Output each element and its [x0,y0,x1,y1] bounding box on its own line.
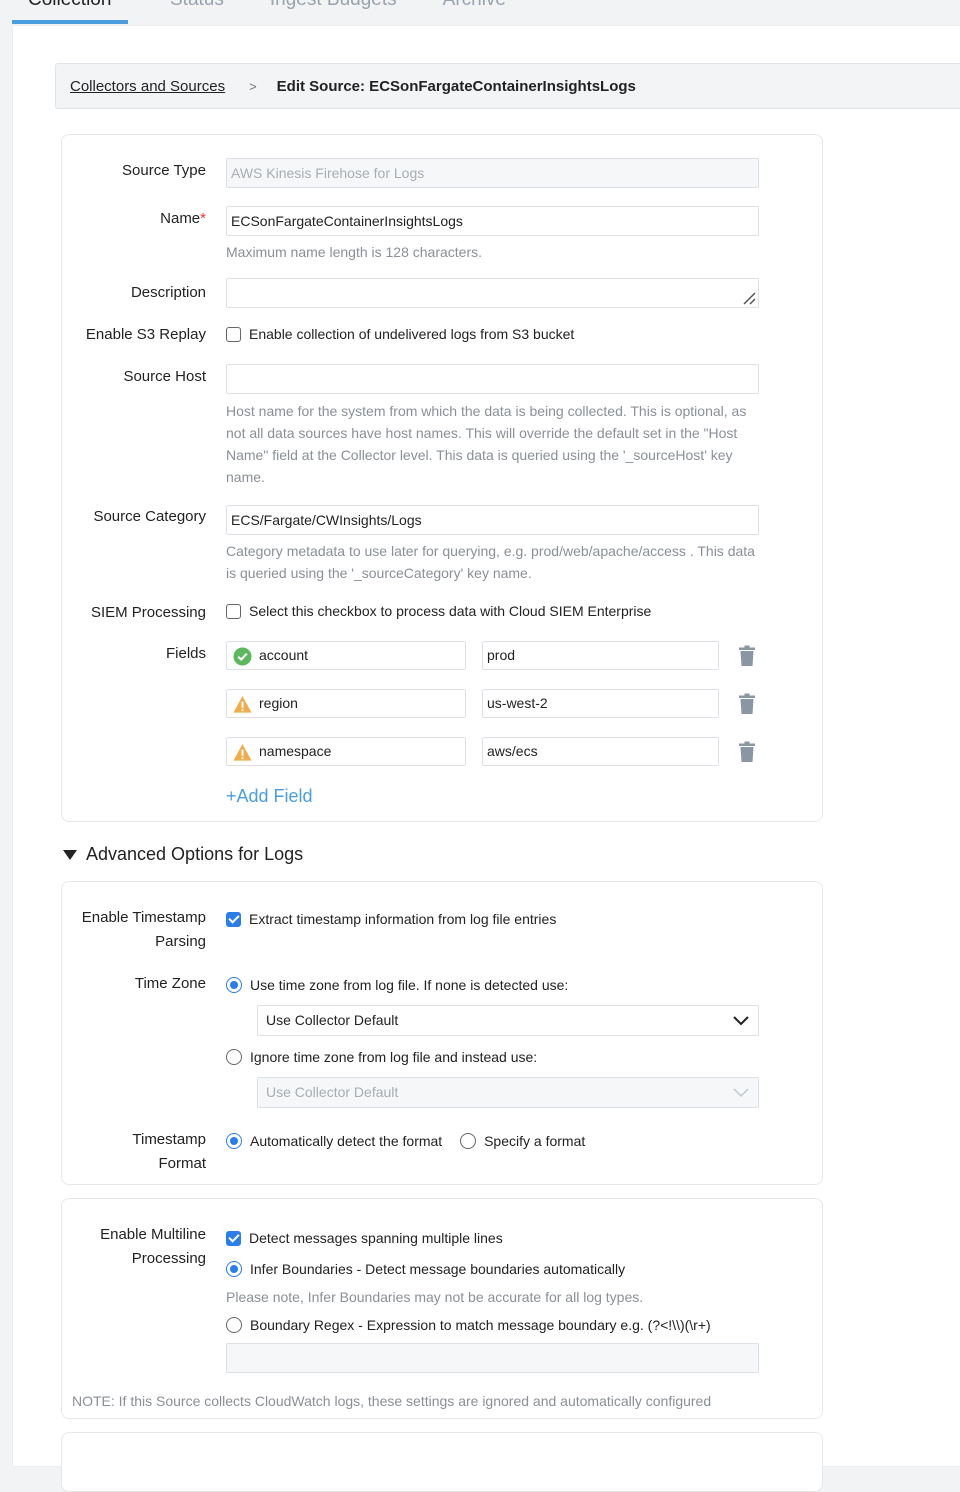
cloudwatch-note: NOTE: If this Source collects CloudWatch… [72,1393,712,1409]
timestamp-parsing-option: Extract timestamp information from log f… [249,911,557,928]
advanced-options-title: Advanced Options for Logs [86,844,304,864]
time-zone-ignore-option: Ignore time zone from log file and inste… [250,1049,538,1066]
name-input[interactable]: ECSonFargateContainerInsightsLogs [226,206,759,236]
source-type-label: Source Type [122,162,206,179]
timestamp-parsing-label-line2: Parsing [155,933,206,950]
breadcrumb: Collectors and Sources > Edit Source: EC… [55,63,960,109]
time-zone-select[interactable]: Use Collector Default [257,1005,759,1036]
time-zone-label: Time Zone [134,975,206,992]
next-card [61,1432,823,1492]
time-zone-ignore-radio[interactable] [226,1049,242,1066]
field-item: namespace aws/ecs [226,737,755,766]
time-zone-from-log-radio[interactable] [226,977,242,994]
field-key-input[interactable]: region [226,689,466,718]
infer-boundaries-radio[interactable] [226,1261,242,1278]
field-key-input[interactable]: account [226,641,466,670]
field-item: region us-west-2 [226,689,755,718]
timestamp-format-label: Timestamp Format [132,1128,206,1176]
source-form-card: Source Type AWS Kinesis Firehose for Log… [61,134,823,822]
s3-replay-checkbox[interactable] [226,326,241,342]
infer-boundaries-option: Infer Boundaries - Detect message bounda… [250,1261,626,1278]
time-zone-from-log-option: Use time zone from log file. If none is … [250,977,569,994]
siem-label: SIEM Processing [90,604,206,621]
timestamp-specify-option: Specify a format [484,1133,586,1150]
s3-replay-label: Enable S3 Replay [85,326,206,343]
time-zone-select-value: Use Collector Default [266,1012,399,1028]
multiline-label-line1: Enable Multiline [100,1226,206,1243]
timestamp-auto-option: Automatically detect the format [250,1133,443,1150]
name-label: Name* [160,207,206,231]
source-host-help: Host name for the system from which the … [226,403,747,485]
trash-icon[interactable] [738,693,756,715]
siem-option: Select this checkbox to process data wit… [249,603,652,620]
source-type-field: AWS Kinesis Firehose for Logs [226,158,759,188]
required-asterisk: * [200,210,206,227]
siem-checkbox[interactable] [226,603,241,619]
multiline-card: Enable Multiline Processing Detect messa… [61,1198,823,1419]
chevron-down-icon [733,1088,749,1098]
tab-bar: Collection Status Ingest Budgets Archive [12,0,534,26]
timestamp-format-label-line1: Timestamp [132,1131,206,1148]
field-item: account prod [226,641,755,670]
source-category-input[interactable]: ECS/Fargate/CWInsights/Logs [226,505,759,535]
timestamp-card: Enable Timestamp Parsing Extract timesta… [61,881,823,1185]
multiline-option: Detect messages spanning multiple lines [249,1230,503,1247]
timestamp-auto-radio[interactable] [226,1133,242,1150]
time-zone-override-select-value: Use Collector Default [266,1084,399,1100]
warning-triangle-icon [233,743,252,761]
infer-boundaries-note: Please note, Infer Boundaries may not be… [226,1289,644,1305]
tab-archive[interactable]: Archive [425,0,524,24]
description-label: Description [130,284,206,301]
field-key-input[interactable]: namespace [226,737,466,766]
chevron-down-icon [733,1016,749,1026]
timestamp-parsing-label: Enable Timestamp Parsing [82,906,206,954]
source-host-input[interactable] [226,364,759,394]
timestamp-format-label-line2: Format [158,1155,206,1172]
boundary-regex-radio[interactable] [226,1317,242,1334]
timestamp-parsing-label-line1: Enable Timestamp [81,909,206,926]
source-category-help: Category metadata to use later for query… [226,543,755,581]
trash-icon[interactable] [738,645,756,667]
fields-label: Fields [165,645,206,662]
warning-triangle-icon [233,695,252,713]
multiline-label-line2: Processing [131,1250,206,1267]
trash-icon[interactable] [738,741,756,763]
timestamp-parsing-checkbox[interactable] [226,911,241,927]
name-label-text: Name [160,210,201,227]
multiline-checkbox[interactable] [226,1230,241,1246]
breadcrumb-collectors-link[interactable]: Collectors and Sources [70,78,225,95]
source-host-label: Source Host [123,368,206,385]
name-help: Maximum name length is 128 characters. [226,244,482,260]
field-key-text: account [259,647,309,663]
field-key-text: region [259,695,298,711]
caret-down-icon [63,849,77,860]
multiline-label: Enable Multiline Processing [100,1223,206,1271]
timestamp-specify-radio[interactable] [460,1133,477,1150]
check-circle-icon [233,647,252,666]
source-category-label: Source Category [93,508,206,525]
boundary-regex-input [226,1343,759,1373]
breadcrumb-separator: > [249,78,257,94]
s3-replay-option: Enable collection of undelivered logs fr… [249,326,575,343]
main-panel: Collectors and Sources > Edit Source: EC… [13,26,960,1492]
tab-collection[interactable]: Collection [12,0,128,24]
add-field-button[interactable]: +Add Field [226,786,313,807]
advanced-options-toggle[interactable]: Advanced Options for Logs [63,844,303,865]
time-zone-override-select: Use Collector Default [257,1077,759,1108]
boundary-regex-option: Boundary Regex - Expression to match mes… [250,1317,711,1334]
tab-status[interactable]: Status [152,0,242,24]
field-value-input[interactable]: aws/ecs [482,737,719,766]
field-value-input[interactable]: us-west-2 [482,689,719,718]
field-value-input[interactable]: prod [482,641,719,670]
resize-handle-icon[interactable] [742,291,756,305]
breadcrumb-current: Edit Source: ECSonFargateContainerInsigh… [276,77,636,95]
description-textarea[interactable] [226,278,759,308]
tab-ingest-budgets[interactable]: Ingest Budgets [252,0,415,24]
field-key-text: namespace [259,743,332,759]
